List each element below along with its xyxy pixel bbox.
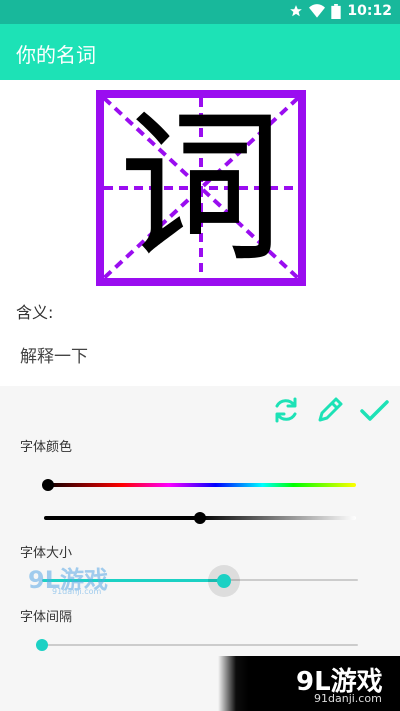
font-color-label: 字体颜色: [20, 440, 73, 455]
app-bar: 你的名词: [0, 24, 400, 80]
wifi-icon: [309, 4, 326, 18]
battery-icon: [331, 3, 342, 19]
size-slider-thumb[interactable]: [217, 574, 231, 588]
font-spacing-label: 字体间隔: [20, 610, 73, 625]
hue-slider-thumb[interactable]: [42, 479, 54, 491]
size-slider-inactive[interactable]: [224, 579, 358, 581]
font-size-label: 字体大小: [20, 546, 73, 561]
brightness-slider-thumb[interactable]: [194, 512, 206, 524]
watermark-corner-url: 91danji.com: [314, 692, 382, 705]
character-glyph: 词: [118, 91, 284, 284]
check-icon[interactable]: [358, 394, 390, 426]
star-icon: [290, 5, 303, 17]
watermark-overlay: 9L游戏 91danji.com: [28, 560, 128, 600]
refresh-icon[interactable]: [270, 394, 302, 426]
spacing-slider-track[interactable]: [42, 644, 358, 646]
page-title: 你的名词: [16, 43, 96, 67]
meaning-label: 含义:: [16, 303, 54, 322]
status-icons: 10:12: [289, 3, 392, 19]
meaning-text[interactable]: 解释一下: [20, 342, 88, 367]
watermark-corner: 9L游戏 91danji.com: [218, 656, 400, 711]
pencil-icon[interactable]: [314, 394, 346, 426]
hue-slider-track[interactable]: [44, 483, 356, 487]
status-time: 10:12: [347, 3, 392, 19]
character-grid: 词: [96, 90, 306, 286]
status-bar: 10:12: [0, 0, 400, 24]
watermark-url: 91danji.com: [52, 587, 102, 596]
spacing-slider-thumb[interactable]: [36, 639, 48, 651]
